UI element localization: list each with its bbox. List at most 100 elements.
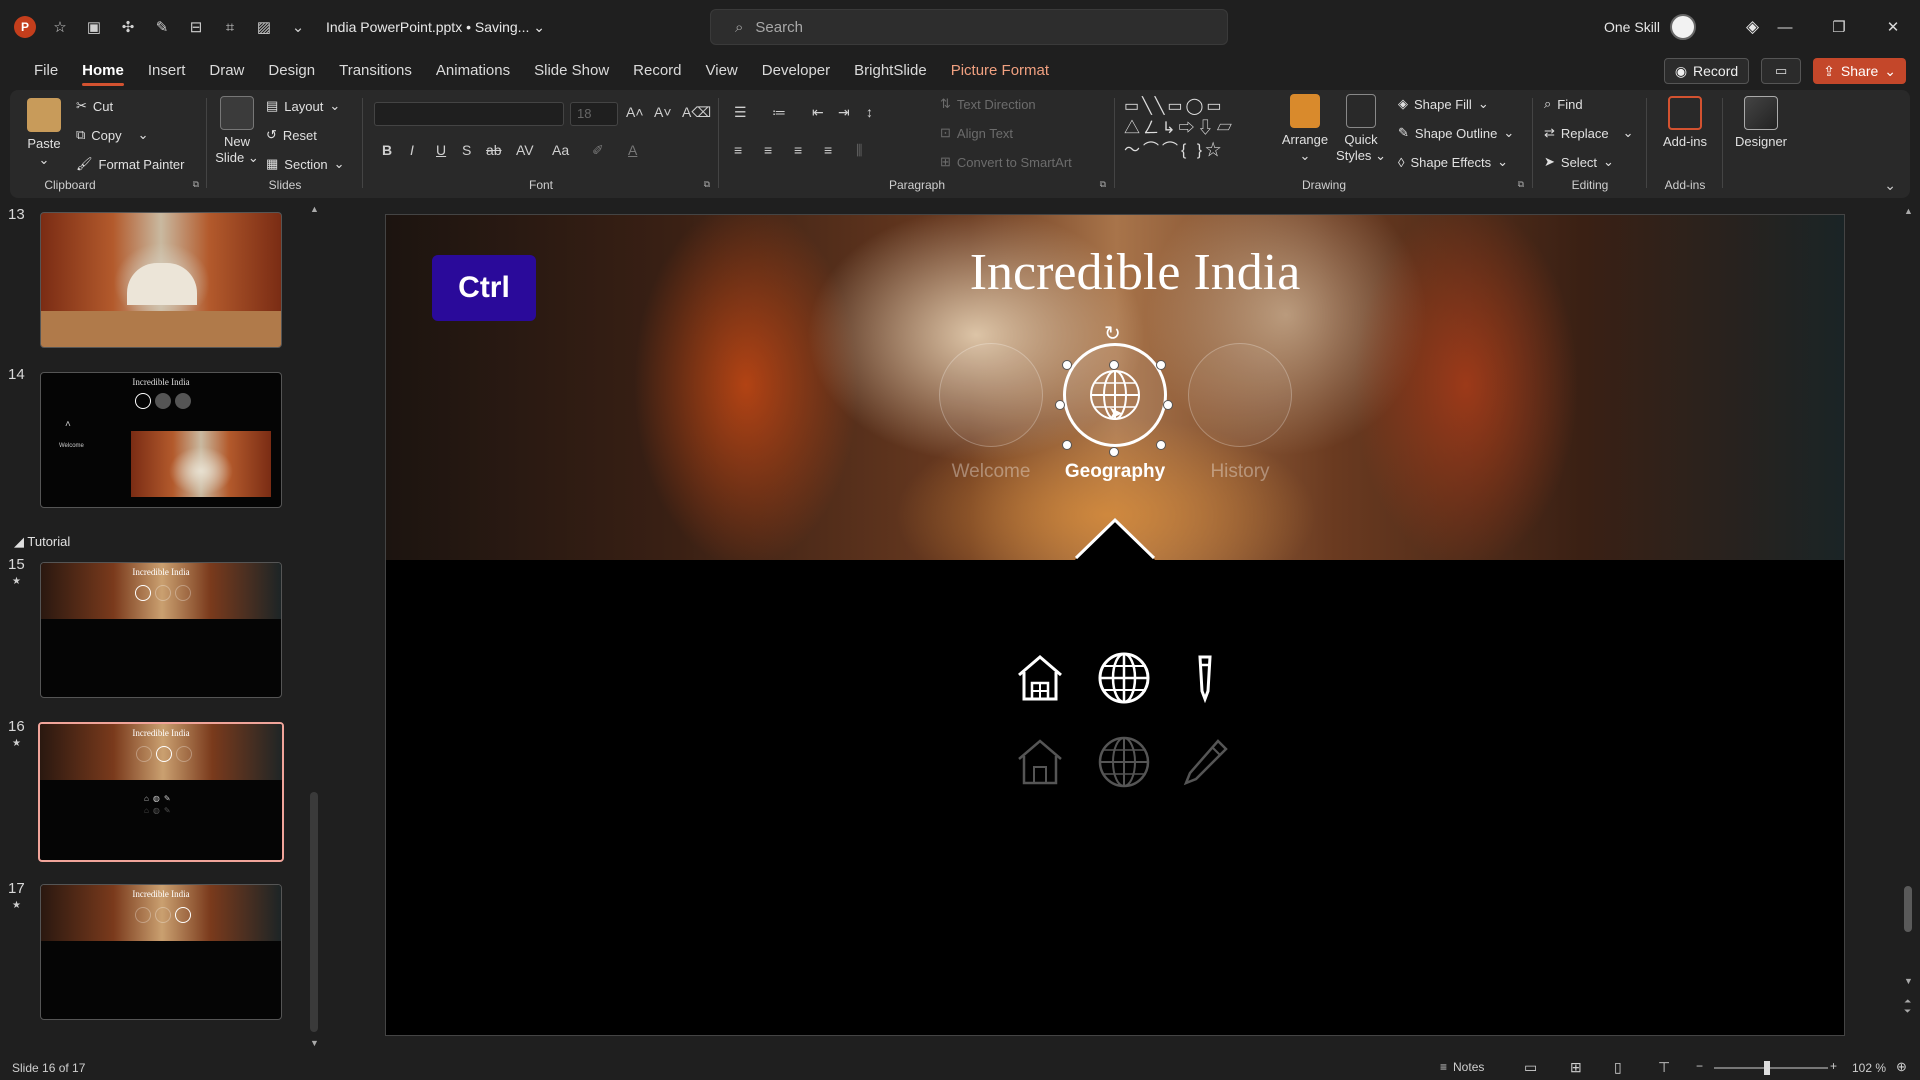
insert-picture-icon[interactable]: ▣ bbox=[84, 17, 104, 37]
slideshow-view-icon[interactable]: ⊤ bbox=[1658, 1059, 1670, 1076]
minimize-icon[interactable]: — bbox=[1758, 19, 1812, 36]
arrange-button[interactable]: Arrange ⌄ bbox=[1278, 94, 1332, 164]
search-box[interactable]: ⌕ Search bbox=[710, 9, 1228, 45]
shape-effects-button[interactable]: ◊ Shape Effects ⌄ bbox=[1398, 154, 1508, 170]
tab-design[interactable]: Design bbox=[256, 56, 327, 86]
tab-home[interactable]: Home bbox=[70, 56, 136, 86]
copy-button[interactable]: ⧉ Copy ⌄ bbox=[76, 127, 149, 143]
tab-insert[interactable]: Insert bbox=[136, 56, 198, 86]
addins-button[interactable]: Add-ins bbox=[1654, 96, 1716, 150]
cut-button[interactable]: ✂ Cut bbox=[76, 98, 113, 114]
geography-circle-selected[interactable] bbox=[1063, 343, 1167, 447]
bold-icon[interactable]: B bbox=[382, 142, 392, 158]
underline-icon[interactable]: U bbox=[436, 142, 446, 158]
text-direction-button[interactable]: ⇅ Text Direction bbox=[940, 96, 1036, 112]
tab-file[interactable]: File bbox=[22, 56, 70, 86]
slide-vertical-scrollbar[interactable]: ▲ ▼ ⏶ ⏷ bbox=[1904, 206, 1914, 1026]
section-button[interactable]: ▦ Section ⌄ bbox=[266, 156, 345, 172]
selection-handle[interactable] bbox=[1156, 440, 1166, 450]
tab-view[interactable]: View bbox=[694, 56, 750, 86]
font-color-icon[interactable]: A bbox=[628, 142, 637, 158]
scroll-down-icon[interactable]: ▼ bbox=[1904, 976, 1913, 986]
strikethrough-icon[interactable]: ab bbox=[486, 142, 502, 158]
shapes-gallery[interactable]: ▭╲╲▭◯▭ △ㄥ↳⇨⇩▱ 〜⌒⌒{ }☆ bbox=[1124, 96, 1272, 166]
slide-thumbnail-selected[interactable]: Incredible India ⌂◍✎ ⌂◍✎ bbox=[38, 722, 284, 862]
tab-record[interactable]: Record bbox=[621, 56, 693, 86]
align-center-icon[interactable]: ≡ bbox=[764, 142, 772, 158]
prev-slide-icon[interactable]: ⏶ ⏷ bbox=[1904, 996, 1911, 1016]
bullets-icon[interactable]: ☰ bbox=[734, 104, 747, 121]
shape-outline-button[interactable]: ✎ Shape Outline ⌄ bbox=[1398, 125, 1514, 141]
slide-thumbnail[interactable] bbox=[40, 212, 282, 348]
draw-pen-icon[interactable]: ✎ bbox=[152, 17, 172, 37]
dialog-launcher-icon[interactable]: ⧉ bbox=[1518, 179, 1524, 190]
comments-button[interactable]: ▭ bbox=[1761, 58, 1802, 84]
selection-handle[interactable] bbox=[1156, 360, 1166, 370]
thumbnail-scrollbar[interactable] bbox=[310, 792, 318, 1032]
tab-picture-format[interactable]: Picture Format bbox=[939, 56, 1061, 86]
selection-handle[interactable] bbox=[1055, 400, 1065, 410]
select-button[interactable]: ➤ Select ⌄ bbox=[1544, 154, 1614, 170]
zoom-in-icon[interactable]: + bbox=[1830, 1059, 1837, 1073]
zoom-slider-thumb[interactable] bbox=[1764, 1061, 1770, 1075]
align-right-icon[interactable]: ≡ bbox=[794, 142, 802, 158]
align-left-icon[interactable]: ≡ bbox=[734, 142, 742, 158]
character-spacing-icon[interactable]: AV bbox=[516, 142, 534, 158]
convert-smartart-button[interactable]: ⊞ Convert to SmartArt bbox=[940, 154, 1072, 170]
account-area[interactable]: One Skill ◈ bbox=[1604, 14, 1759, 40]
home-icon[interactable] bbox=[1013, 651, 1067, 705]
dialog-launcher-icon[interactable]: ⧉ bbox=[193, 179, 199, 190]
scroll-thumb[interactable] bbox=[1904, 886, 1912, 932]
dialog-launcher-icon[interactable]: ⧉ bbox=[704, 179, 710, 190]
replace-button[interactable]: ⇄ Replace ⌄ bbox=[1544, 125, 1634, 141]
clear-formatting-icon[interactable]: A⌫ bbox=[682, 104, 711, 121]
pencil-icon[interactable] bbox=[1178, 651, 1232, 705]
dialog-launcher-icon[interactable]: ⧉ bbox=[1100, 179, 1106, 190]
share-button[interactable]: ⇪ Share ⌄ bbox=[1813, 58, 1906, 84]
tab-draw[interactable]: Draw bbox=[197, 56, 256, 86]
scroll-down-icon[interactable]: ▼ bbox=[310, 1038, 319, 1048]
increase-font-icon[interactable]: A˄ bbox=[626, 104, 644, 120]
columns-icon[interactable]: ⫼ bbox=[856, 142, 862, 159]
zoom-slider[interactable] bbox=[1714, 1067, 1828, 1069]
tab-brightslide[interactable]: BrightSlide bbox=[842, 56, 939, 86]
slide-thumbnail[interactable]: Incredible India ˄ Welcome bbox=[40, 372, 282, 508]
collapse-ribbon-icon[interactable]: ⌄ bbox=[1884, 177, 1896, 194]
zoom-level[interactable]: 102 % bbox=[1852, 1061, 1886, 1075]
decrease-indent-icon[interactable]: ⇤ bbox=[812, 104, 824, 121]
favorite-star-icon[interactable]: ☆ bbox=[50, 17, 70, 37]
new-slide-button[interactable]: New Slide ⌄ bbox=[214, 96, 260, 166]
scroll-up-icon[interactable]: ▲ bbox=[1904, 206, 1913, 216]
move-icon[interactable]: ✣ bbox=[118, 17, 138, 37]
align-text-button[interactable]: ⊡ Align Text bbox=[940, 125, 1013, 141]
customize-qat-chevron-icon[interactable]: ⌄ bbox=[288, 17, 308, 37]
avatar[interactable] bbox=[1670, 14, 1697, 40]
normal-view-icon[interactable]: ▭ bbox=[1524, 1059, 1537, 1076]
close-icon[interactable]: ✕ bbox=[1866, 18, 1920, 36]
slide-thumbnail[interactable]: Incredible India bbox=[40, 562, 282, 698]
designer-button[interactable]: Designer bbox=[1728, 96, 1794, 150]
selection-handle[interactable] bbox=[1062, 440, 1072, 450]
paste-button[interactable]: Paste ⌄ bbox=[20, 98, 68, 168]
find-button[interactable]: ⌕ Find bbox=[1544, 96, 1583, 112]
reset-button[interactable]: ↺ Reset bbox=[266, 127, 317, 143]
nav-label-welcome[interactable]: Welcome bbox=[921, 461, 1061, 483]
scroll-up-icon[interactable]: ▲ bbox=[310, 204, 319, 214]
selection-handle[interactable] bbox=[1109, 360, 1119, 370]
align-icon[interactable]: ⊟ bbox=[186, 17, 206, 37]
font-name-input[interactable] bbox=[374, 102, 564, 126]
slide-title[interactable]: Incredible India bbox=[386, 243, 1844, 302]
notes-button[interactable]: ≡ Notes bbox=[1440, 1060, 1484, 1074]
selection-handle[interactable] bbox=[1109, 447, 1119, 457]
italic-icon[interactable]: I bbox=[410, 142, 414, 158]
nav-label-history[interactable]: History bbox=[1170, 461, 1310, 483]
history-circle[interactable] bbox=[1188, 343, 1292, 447]
increase-indent-icon[interactable]: ⇥ bbox=[838, 104, 850, 121]
tab-animations[interactable]: Animations bbox=[424, 56, 522, 86]
change-case-icon[interactable]: Aa bbox=[552, 142, 569, 158]
crop-icon[interactable]: ⌗ bbox=[220, 17, 240, 37]
globe-icon[interactable] bbox=[1097, 651, 1151, 705]
highlight-icon[interactable]: ✐ bbox=[592, 142, 604, 159]
tab-transitions[interactable]: Transitions bbox=[327, 56, 424, 86]
document-title[interactable]: India PowerPoint.pptx • Saving... ⌄ bbox=[326, 19, 545, 36]
